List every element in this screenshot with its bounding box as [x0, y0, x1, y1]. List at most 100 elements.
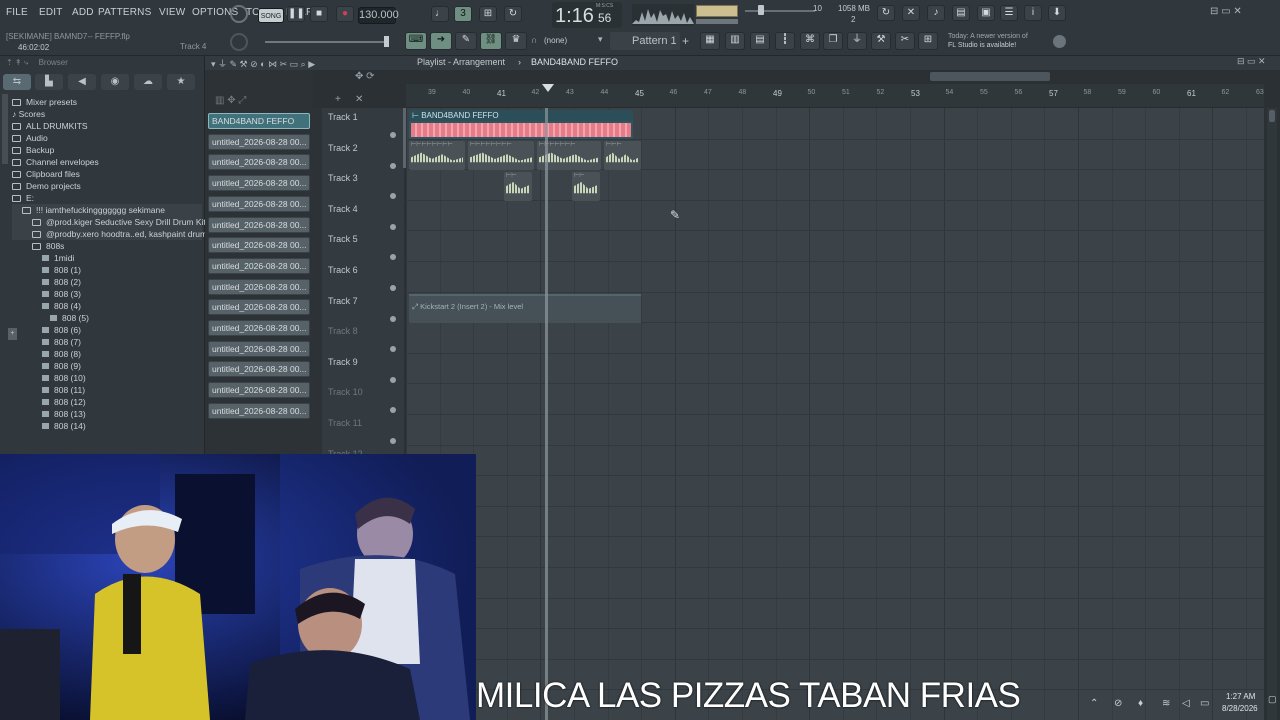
audio-clip-small[interactable]: ⊢⊢ — [572, 172, 600, 201]
track-mute-button[interactable] — [390, 346, 396, 353]
picker-header-icons[interactable]: ▥ ✥ ⤢ — [215, 95, 246, 106]
tray-notification-icon[interactable]: ▢ — [1268, 694, 1277, 705]
pattern-item[interactable]: untitled_2026-08-28 00... — [208, 402, 310, 419]
metronome-icon[interactable]: ♩ — [431, 6, 449, 22]
record-button[interactable]: ● — [336, 6, 354, 22]
step-edit-icon[interactable]: 3 — [454, 6, 472, 22]
audio-clip[interactable]: ⊢⊢⊢⊢⊢⊢⊢⊢ — [468, 141, 534, 170]
download-icon[interactable]: ⬇ — [1048, 5, 1066, 21]
browser-item[interactable]: 808 (6) — [12, 324, 202, 336]
stop-button[interactable]: ■ — [310, 6, 328, 22]
tray-mic-icon[interactable]: ♦ — [1138, 698, 1143, 709]
track-mute-button[interactable] — [390, 162, 396, 169]
pattern-selector[interactable]: Pattern 1 — [610, 32, 680, 50]
playhead-marker[interactable] — [542, 84, 554, 92]
browser-item[interactable]: ALL DRUMKITS — [12, 120, 202, 132]
arrow-mode-icon[interactable]: ➜ — [430, 32, 452, 50]
snap-chevron-down-icon[interactable]: ▾ — [598, 34, 603, 45]
track-mute-button[interactable] — [390, 193, 396, 200]
news-line-2[interactable]: FL Studio is available! — [948, 42, 1016, 49]
browser-item[interactable]: 808 (10) — [12, 372, 202, 384]
menu-item-view[interactable]: VIEW — [159, 7, 185, 18]
browser-item[interactable]: Mixer presets — [12, 96, 202, 108]
play-button[interactable]: ❚❚ — [287, 6, 305, 22]
tray-chevron-up-icon[interactable]: ⌃ — [1090, 698, 1098, 709]
channel-rack-icon[interactable]: ▤ — [750, 32, 770, 50]
browser-item[interactable]: Channel envelopes — [12, 156, 202, 168]
track-label[interactable]: Track 3 — [328, 173, 358, 183]
playlist-tool-icons[interactable]: ▾ ⏚ ✎ ⚒ ⊘ ◐ ⋈ ✂ ▭ ⌕ ▶ — [211, 57, 315, 70]
browser-all-tab[interactable]: ⇆ — [3, 74, 31, 90]
pattern-item[interactable]: untitled_2026-08-28 00... — [208, 320, 310, 336]
track-label[interactable]: Track 7 — [328, 296, 358, 306]
draw-tool-icon[interactable]: ✎ — [455, 32, 477, 50]
pattern-item[interactable]: untitled_2026-08-28 00... — [208, 175, 310, 192]
tray-speaker-icon[interactable]: ◁ — [1182, 698, 1190, 709]
wrench-icon[interactable]: ⚒ — [871, 32, 891, 50]
pattern-item[interactable]: untitled_2026-08-28 00... — [208, 361, 310, 378]
mixer-icon[interactable]: ☰ — [1000, 5, 1018, 21]
track-mute-button[interactable] — [390, 315, 396, 322]
browser-item[interactable]: ♪ Scores — [12, 108, 202, 120]
pitch-knob[interactable] — [230, 33, 248, 51]
track-label[interactable]: Track 11 — [328, 418, 362, 428]
track-mute-button[interactable] — [390, 438, 396, 444]
audio-clip[interactable]: ⊢⊢⊢ — [604, 141, 641, 170]
typing-keyboard-icon[interactable]: ⌨ — [405, 32, 427, 50]
vertical-scroll-thumb[interactable] — [1269, 110, 1275, 122]
save-icon[interactable]: ▣ — [977, 5, 995, 21]
cart-icon[interactable]: ⊞ — [918, 32, 938, 50]
browser-scrollbar[interactable] — [2, 94, 8, 164]
pattern-item[interactable]: untitled_2026-08-28 00... — [208, 133, 310, 150]
browser-files-tab[interactable]: ▙ — [35, 74, 63, 90]
mic-icon[interactable]: ♪ — [927, 5, 945, 21]
browser-item[interactable]: @prod.kiger Seductive Sexy Drill Drum Ki… — [12, 216, 206, 228]
playlist-nav-icons[interactable]: ✥ ⟳ — [355, 71, 375, 82]
pattern-item[interactable]: untitled_2026-08-28 00... — [208, 299, 310, 316]
automation-clip[interactable]: ⤢ Kickstart 2 (Insert 2) - Mix level — [409, 294, 641, 323]
files-icon[interactable]: ❐ — [823, 32, 843, 50]
snap-select[interactable]: (none) — [544, 36, 567, 45]
stamp-icon[interactable]: ♛ — [505, 32, 527, 50]
pattern-item[interactable]: untitled_2026-08-28 00... — [208, 278, 310, 295]
add-pattern-icon[interactable]: + — [682, 34, 689, 48]
track-label[interactable]: Track 4 — [328, 204, 358, 214]
browser-item[interactable]: 808 (7) — [12, 336, 202, 348]
pattern-clip-track1[interactable]: ⊢ BAND4BAND FEFFO — [409, 110, 633, 139]
browser-favorites-tab[interactable]: ★ — [167, 74, 195, 90]
plugin-icon[interactable]: ▤ — [952, 5, 970, 21]
picker-close-icon[interactable]: ✕ — [355, 94, 363, 105]
tray-clock-time[interactable]: 1:27 AM — [1226, 692, 1255, 701]
menu-item-patterns[interactable]: PATTERNS — [98, 7, 151, 18]
menu-item-add[interactable]: ADD — [72, 7, 94, 18]
track-label[interactable]: Track 9 — [328, 357, 358, 367]
track-mute-button[interactable] — [390, 376, 396, 383]
browser-item[interactable]: 808 (8) — [12, 348, 202, 360]
browser-item[interactable]: 808 (11) — [12, 384, 202, 396]
info-icon[interactable]: i — [1024, 5, 1042, 21]
browser-item[interactable]: 808 (9) — [12, 360, 202, 372]
tray-wifi-icon[interactable]: ≋ — [1162, 698, 1170, 709]
pattern-item[interactable]: untitled_2026-08-28 00... — [208, 237, 310, 254]
pitch-slider[interactable] — [745, 10, 815, 12]
pattern-item[interactable]: untitled_2026-08-28 00... — [208, 216, 310, 233]
mixer-view-icon[interactable]: ┇ — [775, 32, 795, 50]
track-label[interactable]: Track 2 — [328, 143, 358, 153]
track-mute-button[interactable] — [390, 285, 396, 291]
browser-collapse-icon[interactable]: + — [8, 328, 17, 340]
pattern-item[interactable]: untitled_2026-08-28 00... — [208, 195, 310, 212]
audio-clip[interactable]: ⊢⊢⊢⊢⊢⊢⊢⊢ — [409, 141, 465, 170]
browser-item[interactable]: !!! iamthefuckinggggggg sekimane — [12, 204, 202, 216]
browser-item[interactable]: 808 (4) — [12, 300, 202, 312]
browser-item[interactable]: Demo projects — [12, 180, 202, 192]
refresh-icon[interactable]: ↻ — [877, 5, 895, 21]
pitch-slider-handle[interactable] — [758, 5, 764, 15]
menu-item-file[interactable]: FILE — [6, 7, 28, 18]
browser-item[interactable]: 808 (1) — [12, 264, 202, 276]
timeline-ruler[interactable]: 39 40 41 42 43 44 45 46 47 48 49 50 51 52 53 54 55 56 57 58… — [406, 84, 1264, 108]
tray-clock-date[interactable]: 8/28/2026 — [1222, 704, 1258, 713]
menu-item-edit[interactable]: EDIT — [39, 7, 63, 18]
pattern-item[interactable]: BAND4BAND FEFFO — [208, 113, 310, 129]
browser-item[interactable]: 808 (5) — [12, 312, 202, 324]
track-mute-button[interactable] — [390, 132, 396, 138]
